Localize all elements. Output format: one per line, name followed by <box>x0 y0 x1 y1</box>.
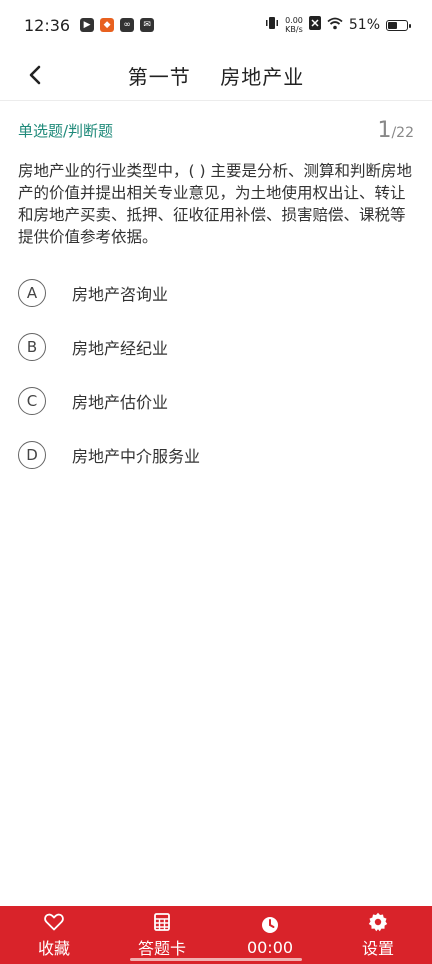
grid-icon <box>154 911 170 933</box>
heart-icon <box>44 911 64 933</box>
status-time: 12:36 <box>24 15 71 35</box>
battery-icon <box>386 19 411 31</box>
home-indicator[interactable] <box>130 958 302 961</box>
answer-card-label: 答题卡 <box>137 939 186 958</box>
favorite-button[interactable]: 收藏 <box>0 906 108 964</box>
net-speed: 0.00 KB/s <box>285 16 303 34</box>
orange-app-icon: ◆ <box>100 18 115 32</box>
battery-percent: 51% <box>348 17 380 33</box>
option-a[interactable]: A 房地产咨询业 <box>18 266 414 320</box>
option-text: 房地产经纪业 <box>72 339 169 358</box>
chevron-left-icon <box>29 65 41 85</box>
favorite-label: 收藏 <box>37 939 70 958</box>
option-text: 房地产咨询业 <box>72 285 169 304</box>
vibrate-icon <box>265 16 279 34</box>
option-letter: C <box>18 387 46 415</box>
option-c[interactable]: C 房地产估价业 <box>18 374 414 428</box>
question-meta: 单选题/判断题 1/22 <box>18 116 414 144</box>
option-text: 房地产估价业 <box>72 393 169 412</box>
option-b[interactable]: B 房地产经纪业 <box>18 320 414 374</box>
question-type: 单选题/判断题 <box>18 121 114 140</box>
answer-card-button[interactable]: 答题卡 <box>108 906 216 964</box>
current-question-number: 1 <box>377 117 392 143</box>
status-bar: 12:36 ▶ ◆ ∞ ✉ 0.00 KB/s 51% <box>0 0 432 50</box>
page-title: 第一节 房地产业 <box>127 64 305 89</box>
option-text: 房地产中介服务业 <box>72 447 201 466</box>
timer-label: 00:00 <box>246 937 294 957</box>
gear-icon <box>368 911 388 933</box>
total-questions: /22 <box>391 124 414 141</box>
bottom-bar: 收藏 答题卡 00:00 设置 <box>0 906 432 964</box>
wifi-icon <box>327 17 343 34</box>
option-letter: B <box>18 333 46 361</box>
message-app-icon: ✉ <box>140 18 155 32</box>
settings-label: 设置 <box>361 939 394 958</box>
header: 第一节 房地产业 <box>0 50 432 101</box>
play-app-icon: ▶ <box>80 18 95 32</box>
clock-icon <box>261 914 279 936</box>
back-button[interactable] <box>22 62 48 88</box>
no-sim-icon <box>308 16 321 34</box>
settings-button[interactable]: 设置 <box>324 906 432 964</box>
question-progress: 1/22 <box>377 118 414 143</box>
question-text: 房地产业的行业类型中，( ) 主要是分析、测算和判断房地产的价值并提出相关专业意… <box>18 162 412 246</box>
option-letter: A <box>18 279 46 307</box>
link-app-icon: ∞ <box>120 18 135 32</box>
timer-button[interactable]: 00:00 <box>216 906 324 964</box>
answer-options: A 房地产咨询业 B 房地产经纪业 C 房地产估价业 D 房地产中介服务业 <box>18 266 414 482</box>
option-letter: D <box>18 441 46 469</box>
option-d[interactable]: D 房地产中介服务业 <box>18 428 414 482</box>
